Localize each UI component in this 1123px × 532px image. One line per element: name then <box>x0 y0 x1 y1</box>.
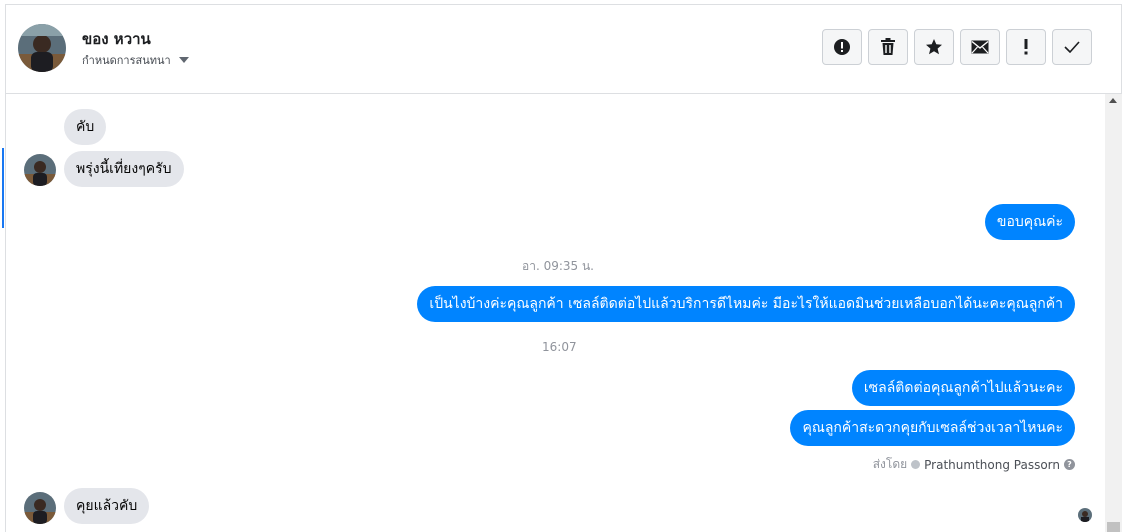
timestamp: อา. 09:35 น. <box>522 259 594 273</box>
incoming-message[interactable]: คุยแล้วคับ <box>64 488 150 524</box>
alert-circle-icon <box>833 38 851 56</box>
delete-button[interactable] <box>868 29 908 65</box>
scroll-thumb[interactable] <box>1107 522 1120 532</box>
scroll-up-arrow-icon[interactable] <box>1109 98 1117 103</box>
trash-icon <box>880 38 896 56</box>
contact-avatar[interactable] <box>18 24 66 72</box>
mark-unread-button[interactable] <box>960 29 1000 65</box>
mark-done-button[interactable] <box>1052 29 1092 65</box>
assign-label: กำหนดการสนทนา <box>82 54 171 67</box>
assign-conversation-dropdown[interactable]: กำหนดการสนทนา <box>82 51 189 69</box>
outgoing-message[interactable]: ขอบคุณค่ะ <box>984 204 1075 240</box>
incoming-message[interactable]: พรุ่งนี้เที่ยงๆครับ <box>64 151 184 187</box>
outgoing-message[interactable]: เป็นไงบ้างค่ะคุณลูกค้า เซลล์ติดต่อไปแล้ว… <box>417 286 1075 322</box>
incoming-message[interactable]: คับ <box>64 109 107 145</box>
timestamp: 16:07 <box>542 340 577 354</box>
sender-name[interactable]: Prathumthong Passorn <box>924 458 1060 472</box>
thread-scrollbar[interactable] <box>1105 94 1122 532</box>
contact-avatar-small <box>24 154 56 186</box>
mark-spam-button[interactable] <box>822 29 862 65</box>
active-conversation-indicator <box>2 148 4 228</box>
outgoing-message[interactable]: เซลล์ติดต่อคุณลูกค้าไปแล้วนะคะ <box>851 370 1075 406</box>
contact-name: ของ หวาน <box>82 30 151 48</box>
conversation-actions <box>822 29 1092 65</box>
checkmark-icon <box>1064 41 1080 53</box>
chevron-down-icon <box>178 57 189 63</box>
seen-avatar-icon <box>1078 508 1092 522</box>
exclamation-icon <box>1023 39 1029 55</box>
message-thread: คับ พรุ่งนี้เที่ยงๆครับ ขอบคุณค่ะ อา. 09… <box>6 94 1106 532</box>
star-icon <box>925 38 943 56</box>
star-button[interactable] <box>914 29 954 65</box>
sent-by-label: ส่งโดย <box>872 457 908 471</box>
follow-up-button[interactable] <box>1006 29 1046 65</box>
outgoing-message[interactable]: คุณลูกค้าสะดวกคุยกับเซลล์ช่วงเวลาไหนคะ <box>790 410 1075 446</box>
contact-avatar-small <box>24 492 56 524</box>
conversation-header: ของ หวาน กำหนดการสนทนา <box>6 5 1121 94</box>
sent-by-note: ส่งโดย Prathumthong Passorn ? <box>873 455 1075 474</box>
envelope-icon <box>971 40 989 54</box>
verified-dot-icon <box>911 460 921 469</box>
help-icon[interactable]: ? <box>1064 459 1075 470</box>
